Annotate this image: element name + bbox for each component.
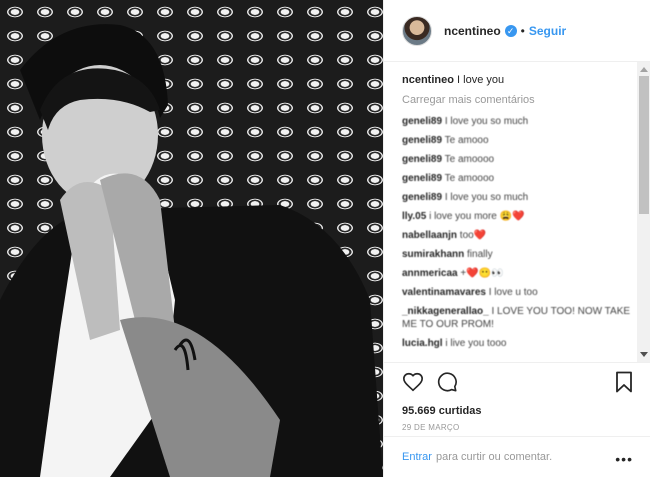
comment-item: lucia.hgl i live you tooo (402, 334, 633, 353)
scrollbar-thumb[interactable] (639, 76, 649, 214)
comment-text: I love you so much (444, 116, 529, 127)
scroll-up-icon[interactable] (637, 62, 650, 76)
comment-username[interactable]: lly.05 (402, 211, 426, 222)
comment-text: Te amoooo (444, 154, 495, 165)
comment-text: Te amoooo (444, 173, 495, 184)
comment-item: valentinamavares I love u too (402, 283, 633, 302)
avatar[interactable] (402, 15, 432, 46)
comment-item: nabellaanjn too❤️ (402, 226, 633, 245)
likes-count[interactable]: 95.669 curtidas (402, 405, 633, 417)
comment-username[interactable]: nabellaanjn (402, 230, 457, 241)
separator-dot: • (520, 23, 525, 38)
caption-text: I love you (457, 74, 505, 86)
post-date[interactable]: 29 DE MARÇO (402, 423, 633, 432)
comment-text: I love u too (488, 287, 538, 298)
load-more-comments-button[interactable]: Carregar mais comentários (402, 94, 633, 106)
login-link[interactable]: Entrar (402, 451, 432, 463)
comment-text: Te amooo (444, 135, 489, 146)
comment-icon[interactable] (436, 371, 458, 393)
comment-username[interactable]: sumirakhann (402, 249, 464, 260)
comment-item: geneli89 I love you so much (402, 112, 633, 131)
caption-username[interactable]: ncentineo (402, 74, 454, 86)
comment-text: i love you more 😩❤️ (429, 211, 525, 222)
post-photo[interactable] (0, 0, 383, 477)
photo-subject (0, 24, 383, 477)
comment-username[interactable]: valentinamavares (402, 287, 486, 298)
comment-username[interactable]: annmericaa (402, 268, 458, 279)
comment-item: geneli89 Te amooo (402, 131, 633, 150)
login-prompt: Entrar para curtir ou comentar. ••• (384, 436, 650, 477)
comment-username[interactable]: geneli89 (402, 154, 442, 165)
comment-item: _nikkagenerallao_ I LOVE YOU TOO! NOW TA… (402, 302, 633, 334)
heart-icon[interactable] (402, 371, 424, 393)
comments-list[interactable]: ncentineo I love you Carregar mais comen… (384, 62, 650, 362)
comment-username[interactable]: lucia.hgl (402, 338, 443, 349)
comment-item: geneli89 Te amoooo (402, 169, 633, 188)
post-caption: ncentineo I love you (402, 72, 633, 88)
comment-username[interactable]: geneli89 (402, 116, 442, 127)
comment-item: annmericaa +❤️😶👀 (402, 264, 633, 283)
action-icons (402, 371, 633, 397)
comment-username[interactable]: _nikkagenerallao_ (402, 306, 489, 317)
follow-button[interactable]: Seguir (529, 24, 566, 38)
comment-text: i live you tooo (445, 338, 507, 349)
comment-username[interactable]: geneli89 (402, 173, 442, 184)
comment-item: geneli89 I love you so much (402, 188, 633, 207)
comment-text: +❤️😶👀 (460, 268, 504, 279)
comment-text: I love you so much (444, 192, 529, 203)
comment-text: too❤️ (459, 230, 487, 241)
comment-text: finally (467, 249, 493, 260)
bookmark-icon[interactable] (615, 371, 633, 393)
comment-username[interactable]: geneli89 (402, 192, 442, 203)
post-header: ncentineo ✓ • Seguir (384, 0, 650, 62)
comment-item: sumirakhann finally (402, 245, 633, 264)
comment-username[interactable]: geneli89 (402, 135, 442, 146)
comments-scrollbar[interactable] (637, 62, 650, 362)
login-prompt-text: para curtir ou comentar. (435, 451, 553, 463)
scroll-down-icon[interactable] (637, 348, 650, 362)
verified-badge-icon: ✓ (504, 24, 517, 37)
comment-item: lly.05 i love you more 😩❤️ (402, 207, 633, 226)
username-link[interactable]: ncentineo (444, 24, 501, 38)
comment-item: geneli89 Te amoooo (402, 150, 633, 169)
post-sidebar: ncentineo ✓ • Seguir ncentineo I love yo… (383, 0, 650, 477)
more-options-icon[interactable]: ••• (615, 451, 633, 467)
